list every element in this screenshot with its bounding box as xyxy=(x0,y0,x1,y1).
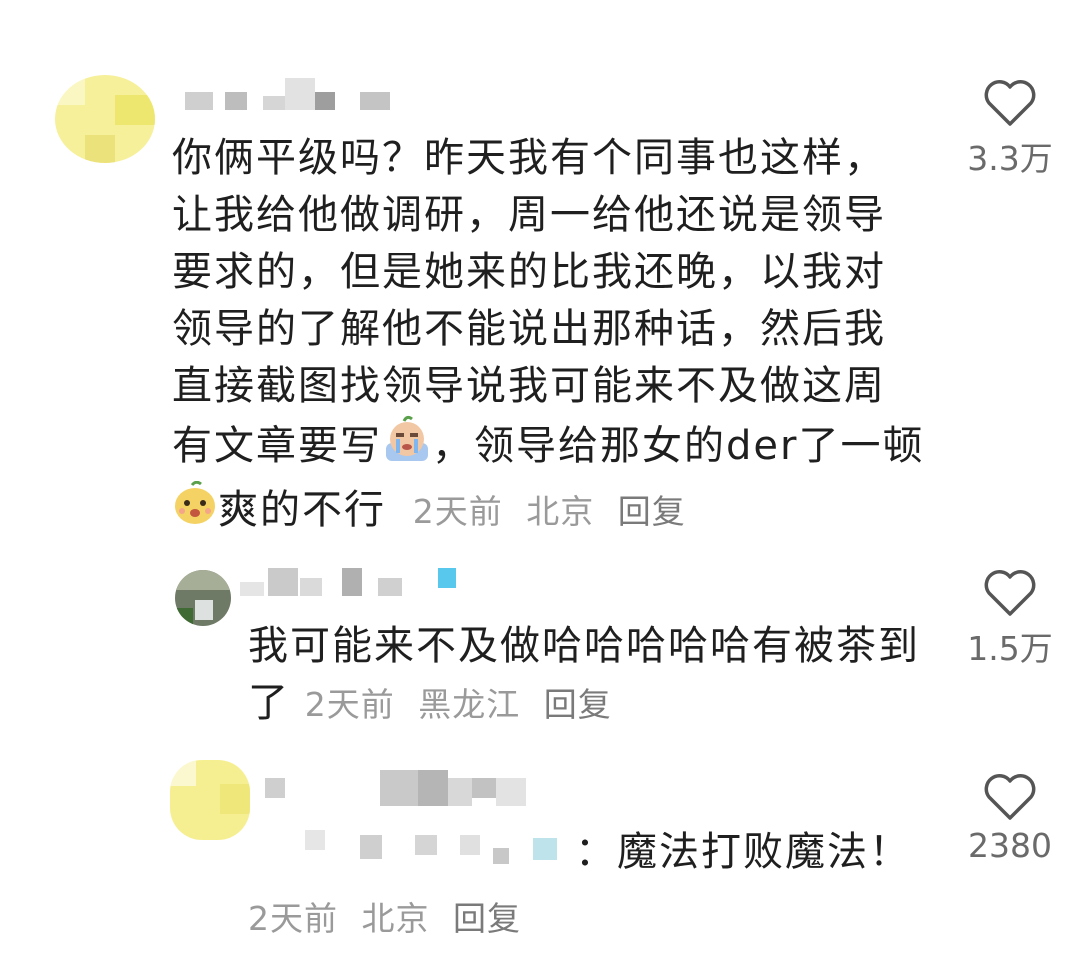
avatar[interactable] xyxy=(170,760,250,840)
comment-text: 我可能来不及做哈哈哈哈哈有被茶到 了 2天前 黑龙江 回复 xyxy=(248,623,920,726)
avatar[interactable] xyxy=(55,75,155,163)
comment-text: ：魔法打败魔法！ xyxy=(575,829,911,875)
comment-meta: 2天前 北京 回复 xyxy=(248,892,533,940)
comment-meta: 2天前 黑龙江 回复 xyxy=(305,685,624,724)
username-blurred[interactable] xyxy=(240,568,470,604)
comment-meta: 2天前 北京 回复 xyxy=(413,492,698,531)
comment-time: 2天前 xyxy=(248,899,338,938)
avatar[interactable] xyxy=(175,570,231,626)
comment-location: 北京 xyxy=(361,899,430,938)
comment-location: 黑龙江 xyxy=(418,685,521,724)
heart-outline-icon xyxy=(984,774,1036,820)
comment-time: 2天前 xyxy=(304,685,395,724)
reply-button[interactable]: 回复 xyxy=(618,492,686,531)
heart-outline-icon xyxy=(984,80,1036,126)
username-blurred[interactable] xyxy=(185,78,415,114)
reply-button[interactable]: 回复 xyxy=(544,685,612,724)
like-button[interactable]: 1.5万 xyxy=(950,568,1070,670)
comment-2: 我可能来不及做哈哈哈哈哈有被茶到 了 2天前 黑龙江 回复 1.5万 xyxy=(0,530,1084,750)
reply-button[interactable]: 回复 xyxy=(453,899,521,938)
like-count: 3.3万 xyxy=(967,139,1053,178)
like-count: 1.5万 xyxy=(967,629,1053,668)
comment-text: 你俩平级吗？昨天我有个同事也这样， 让我给他做调研，周一给他还说是领导 要求的，… xyxy=(172,130,942,543)
comment-1: 你俩平级吗？昨天我有个同事也这样， 让我给他做调研，周一给他还说是领导 要求的，… xyxy=(0,0,1084,533)
like-count: 2380 xyxy=(968,826,1052,865)
comment-location: 北京 xyxy=(526,492,595,531)
comment-time: 2天前 xyxy=(412,492,503,531)
like-button[interactable]: 2380 xyxy=(950,772,1070,865)
comment-3: ：魔法打败魔法！ 2天前 北京 回复 2380 xyxy=(0,750,1084,963)
crying-face-emoji xyxy=(382,415,432,481)
like-button[interactable]: 3.3万 xyxy=(950,78,1070,180)
heart-outline-icon xyxy=(984,570,1036,616)
username-blurred[interactable] xyxy=(265,770,565,870)
